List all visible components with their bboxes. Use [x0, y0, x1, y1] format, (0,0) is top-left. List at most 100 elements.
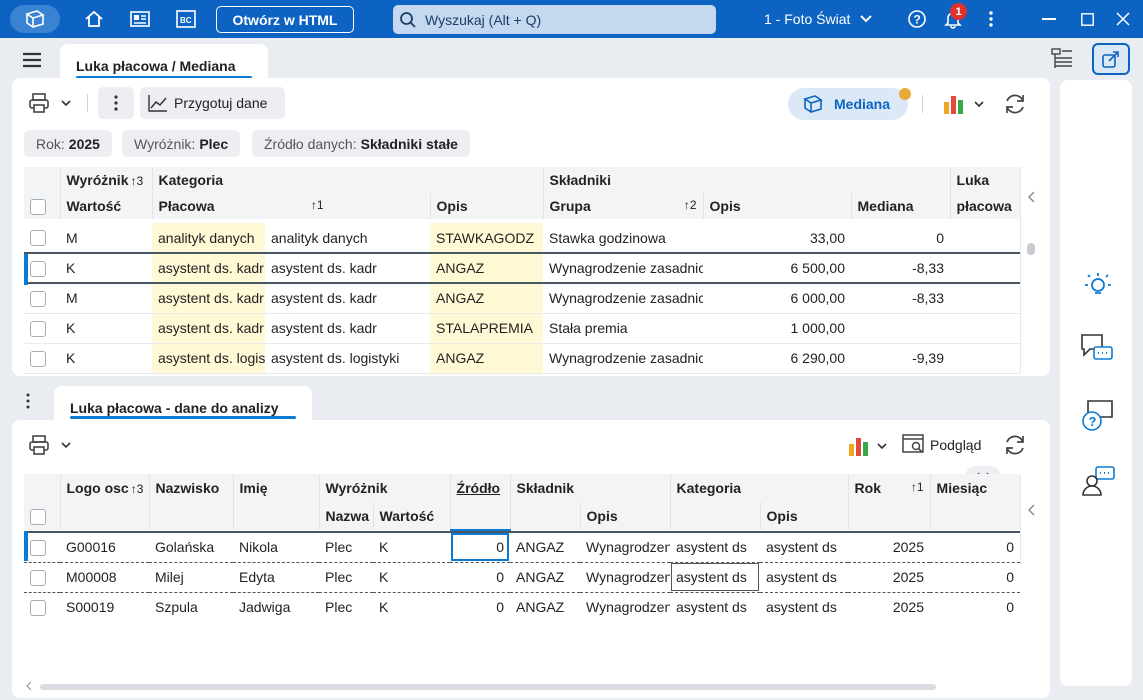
table-row[interactable]: Masystent ds. kadr asystent ds. kadr ANGAZ…: [24, 283, 1020, 314]
table-row[interactable]: G00016 Golańska Nikola Plec K 0 ANGAZ Wynagrodz…: [24, 531, 1020, 563]
more-icon[interactable]: [98, 87, 134, 119]
help-icon[interactable]: ?: [904, 6, 930, 32]
tab-luka-placowa-dane[interactable]: Luka płacowa - dane do analizy: [54, 386, 312, 422]
row-checkbox[interactable]: [30, 350, 46, 367]
col-mediana[interactable]: Mediana: [851, 193, 951, 219]
search-input[interactable]: Wyszukaj (Alt + Q): [393, 5, 716, 34]
row-checkbox-cell[interactable]: [24, 283, 60, 314]
table-row[interactable]: Kasystent ds. kadr asystent ds. kadr ANGAZ…: [24, 252, 1020, 284]
share-icon[interactable]: [1092, 43, 1130, 75]
select-all-checkbox[interactable]: [30, 508, 46, 525]
lightbulb-icon[interactable]: [1078, 266, 1118, 306]
col-group-wyroznik[interactable]: Wyróżnik ↑3: [60, 167, 153, 193]
grid-scrollbar[interactable]: [1020, 167, 1040, 373]
tab-luka-placowa-mediana[interactable]: Luka płacowa / Mediana: [60, 44, 268, 82]
select-all-checkbox[interactable]: [30, 198, 46, 215]
mediana-button[interactable]: Mediana: [788, 88, 908, 120]
col-wartosc[interactable]: Wartość: [60, 193, 153, 219]
filter-chip-data-source[interactable]: Źródło danych: Składniki stałe: [252, 130, 470, 157]
row-checkbox-cell[interactable]: [24, 252, 60, 284]
menu-icon[interactable]: [22, 52, 42, 68]
col-logo[interactable]: Logo osc ↑3: [60, 474, 150, 502]
refresh-icon[interactable]: [1003, 433, 1027, 457]
col-rok[interactable]: Rok ↑1: [848, 474, 931, 502]
row-checkbox-cell[interactable]: [24, 343, 60, 374]
documents-icon[interactable]: [126, 6, 154, 32]
refresh-icon[interactable]: [1003, 92, 1027, 116]
col-zrodlo[interactable]: Źródło: [450, 474, 511, 502]
close-icon[interactable]: [1104, 0, 1142, 38]
prepare-data-button[interactable]: Przygotuj dane: [140, 87, 285, 119]
horizontal-scrollbar[interactable]: [24, 680, 1024, 692]
maximize-icon[interactable]: [1068, 0, 1106, 38]
help-chat-icon[interactable]: ?: [1078, 396, 1118, 436]
table-row[interactable]: Kasystent ds. logistykiasystent ds. logi…: [24, 343, 1020, 374]
row-checkbox[interactable]: [30, 230, 46, 247]
contact-icon[interactable]: [1078, 462, 1118, 502]
cell-zrodlo[interactable]: 0: [450, 592, 510, 622]
scroll-thumb[interactable]: [1027, 243, 1035, 255]
preview-button[interactable]: Podgląd: [902, 432, 981, 458]
open-in-html-button[interactable]: Otwórz w HTML: [216, 6, 354, 33]
header-checkbox-cell[interactable]: [24, 502, 61, 530]
chevron-down-icon[interactable]: [877, 443, 887, 450]
scroll-thumb[interactable]: [40, 684, 936, 690]
row-checkbox[interactable]: [30, 290, 46, 307]
col-kategoria[interactable]: Kategoria: [670, 474, 849, 502]
row-checkbox-cell[interactable]: [24, 531, 60, 563]
col-nazwisko[interactable]: Nazwisko: [149, 474, 234, 502]
chevron-down-icon[interactable]: [974, 101, 984, 108]
col-wartosc[interactable]: Wartość: [373, 502, 451, 530]
col-nazwa[interactable]: Nazwa: [319, 502, 374, 530]
row-checkbox-cell[interactable]: [24, 313, 60, 344]
print-icon[interactable]: [28, 92, 50, 114]
cell-zrodlo[interactable]: 0: [450, 562, 510, 593]
col-placowa[interactable]: Płacowa ↑1: [152, 193, 431, 219]
table-row[interactable]: S00019 Szpula Jadwiga Plec K 0 ANGAZ Wynagrodze…: [24, 592, 1020, 622]
grid-scrollbar[interactable]: [1020, 474, 1040, 564]
chevron-left-icon[interactable]: [1027, 191, 1035, 203]
col-opis2[interactable]: Opis: [760, 502, 849, 530]
bc-icon[interactable]: BC: [172, 6, 200, 32]
row-checkbox-cell[interactable]: [24, 592, 60, 622]
app-icon[interactable]: [10, 5, 60, 33]
col-group-skladniki[interactable]: Składniki: [543, 167, 951, 193]
table-row[interactable]: M00008MilejEdytaPlecK0ANGAZWynagrodzenie…: [24, 562, 1020, 593]
table-row[interactable]: Manalityk danych analityk danych STAWKAGOD…: [24, 223, 1020, 254]
layout-icon[interactable]: [1051, 48, 1073, 70]
row-checkbox[interactable]: [30, 569, 46, 586]
filter-chip-year[interactable]: Rok: 2025: [24, 130, 112, 157]
bar-chart-icon[interactable]: [848, 435, 870, 457]
chat-icon[interactable]: [1078, 330, 1118, 370]
col-luka-placowa[interactable]: płacowa: [950, 193, 1021, 219]
chevron-down-icon[interactable]: [61, 442, 71, 449]
col-skladnik[interactable]: Składnik: [510, 474, 671, 502]
col-imie[interactable]: Imię: [233, 474, 320, 502]
header-checkbox-cell[interactable]: [24, 193, 61, 219]
row-checkbox[interactable]: [30, 320, 46, 337]
cell-zrodlo[interactable]: 0: [450, 531, 510, 563]
print-icon[interactable]: [28, 434, 50, 456]
row-checkbox-cell[interactable]: [24, 562, 60, 593]
chevron-down-icon[interactable]: [61, 100, 71, 107]
col-opis[interactable]: Opis: [580, 502, 671, 530]
home-icon[interactable]: [80, 6, 108, 32]
company-selector[interactable]: 1 - Foto Świat: [764, 0, 873, 38]
chevron-left-icon[interactable]: [1027, 504, 1035, 516]
bar-chart-icon[interactable]: [943, 93, 965, 115]
row-checkbox[interactable]: [30, 260, 46, 277]
col-group-luka[interactable]: Luka: [950, 167, 1021, 193]
minimize-icon[interactable]: [1030, 0, 1068, 38]
row-checkbox[interactable]: [30, 539, 46, 556]
more-icon[interactable]: [980, 6, 1002, 32]
row-checkbox[interactable]: [30, 599, 46, 616]
col-opis[interactable]: Opis: [430, 193, 544, 219]
more-icon[interactable]: [26, 393, 30, 409]
col-grupa[interactable]: Grupa ↑2: [543, 193, 704, 219]
col-opis2[interactable]: Opis: [703, 193, 852, 219]
filter-chip-distinguisher[interactable]: Wyróżnik: Plec: [122, 130, 241, 157]
table-row[interactable]: Kasystent ds. kadr asystent ds. kadr STALA…: [24, 313, 1020, 344]
chevron-left-icon[interactable]: [26, 681, 32, 691]
col-miesiac[interactable]: Miesiąc: [930, 474, 1021, 502]
col-group-kategoria[interactable]: Kategoria: [152, 167, 544, 193]
